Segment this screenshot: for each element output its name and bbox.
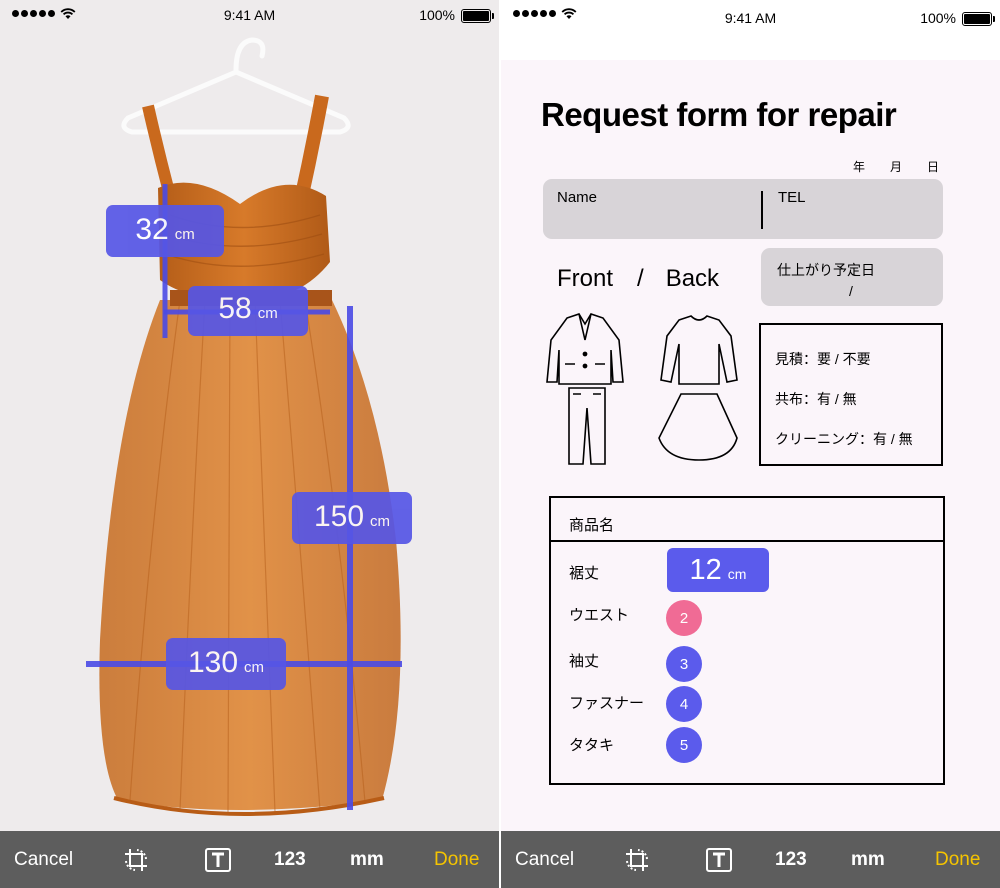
measure-unit: cm: [244, 659, 265, 676]
measure-label-hem[interactable]: 130 cm: [166, 638, 286, 690]
text-box-icon[interactable]: [203, 831, 233, 888]
due-date-label: 仕上がり予定日: [777, 262, 875, 278]
status-bar: 9:41 AM 100%: [0, 0, 499, 34]
numeric-input-button[interactable]: 123: [775, 831, 807, 888]
product-name-label: 商品名: [569, 517, 615, 534]
row-sleeve-label: 袖丈: [569, 653, 600, 670]
measure-label-length[interactable]: 150 cm: [292, 492, 412, 544]
cancel-button[interactable]: Cancel: [14, 831, 73, 888]
measure-unit: cm: [174, 226, 195, 243]
bottom-toolbar: Cancel 123 mm Done: [501, 831, 1000, 888]
row-zipper-label: ファスナー: [569, 695, 645, 712]
battery-icon: [461, 9, 494, 23]
measure-value: 150: [313, 500, 365, 533]
due-date-field[interactable]: 仕上がり予定日 /: [761, 248, 943, 306]
front-label[interactable]: Front: [557, 265, 613, 293]
measure-unit: cm: [257, 305, 278, 322]
skirt-icon[interactable]: [658, 393, 738, 461]
marker-3-badge[interactable]: 3: [666, 646, 702, 682]
cleaning-option[interactable]: クリーニング：有 / 無: [775, 429, 913, 449]
name-label: Name: [557, 189, 598, 206]
status-bar: 9:41 AM 100%: [501, 0, 1000, 60]
pants-icon[interactable]: [568, 387, 606, 465]
bottom-toolbar: Cancel 123 mm Done: [0, 831, 499, 888]
photo-measure-screen: 32 cm 58 cm 150 cm 130 cm 9:41 AM 100% C…: [0, 0, 499, 888]
garment-diagrams: [546, 313, 738, 465]
form-title: Request form for repair: [541, 96, 897, 133]
date-row: 年 月 日: [853, 158, 939, 175]
measure-unit: cm: [370, 513, 391, 530]
numeric-input-button[interactable]: 123: [274, 831, 306, 888]
back-label[interactable]: Back: [666, 265, 719, 293]
battery-percent: 100%: [920, 10, 956, 26]
row-waist-label: ウエスト: [569, 607, 630, 624]
cancel-button[interactable]: Cancel: [515, 831, 574, 888]
row-hem-stitch-label: タタキ: [569, 737, 615, 754]
text-box-icon[interactable]: [704, 831, 734, 888]
measurement-overlay: [86, 184, 402, 810]
measure-unit: cm: [727, 566, 747, 582]
top-icon[interactable]: [660, 315, 738, 385]
crop-rotate-icon[interactable]: [619, 831, 655, 888]
field-divider: [761, 191, 763, 229]
jacket-icon[interactable]: [546, 313, 624, 385]
done-button[interactable]: Done: [434, 831, 479, 888]
unit-button[interactable]: mm: [851, 831, 885, 888]
front-back-toggle[interactable]: Front / Back: [557, 265, 719, 293]
measure-value: 58: [218, 292, 252, 325]
row-hem-length-label: 裾丈: [569, 565, 600, 582]
marker-2-badge[interactable]: 2: [666, 600, 702, 636]
tel-label: TEL: [778, 189, 806, 206]
measure-label-bust[interactable]: 32 cm: [106, 205, 224, 257]
estimate-option[interactable]: 見積：要 / 不要: [775, 349, 871, 369]
hem-measure-badge[interactable]: 12 cm: [667, 548, 769, 592]
done-button[interactable]: Done: [935, 831, 980, 888]
screen-divider: [499, 0, 501, 888]
battery-icon: [962, 12, 995, 26]
options-panel: 見積：要 / 不要 共布：有 / 無 クリーニング：有 / 無: [759, 323, 943, 466]
due-date-separator: /: [849, 283, 853, 299]
product-table: 商品名 裾丈 ウエスト 袖丈 ファスナー タタキ: [549, 496, 945, 785]
marker-5-badge[interactable]: 5: [666, 727, 702, 763]
name-tel-field[interactable]: Name TEL: [543, 179, 943, 239]
crop-rotate-icon[interactable]: [118, 831, 154, 888]
date-month: 月: [890, 160, 903, 174]
product-name-row[interactable]: 商品名: [551, 498, 943, 542]
measure-label-waist[interactable]: 58 cm: [188, 286, 308, 336]
battery-percent: 100%: [419, 7, 455, 23]
measure-value: 130: [187, 646, 239, 679]
marker-4-badge[interactable]: 4: [666, 686, 702, 722]
unit-button[interactable]: mm: [350, 831, 384, 888]
front-back-separator: /: [637, 265, 644, 292]
repair-form-screen: 9:41 AM 100% Request form for repair 年 月…: [501, 0, 1000, 888]
date-year: 年: [853, 160, 866, 174]
fabric-option[interactable]: 共布：有 / 無: [775, 389, 857, 409]
measure-value: 32: [135, 213, 169, 246]
measure-value: 12: [689, 554, 722, 586]
date-day: 日: [927, 160, 940, 174]
